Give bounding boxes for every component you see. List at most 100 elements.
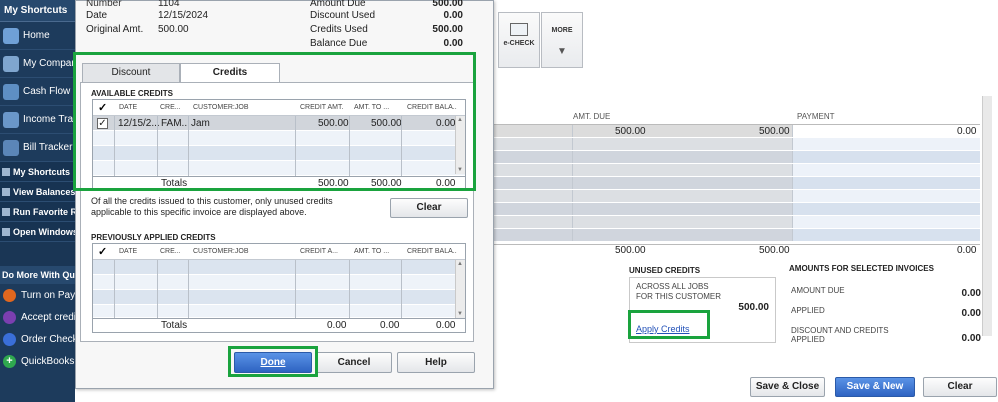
previously-applied-totals: Totals 0.00 0.00 0.00 [93, 318, 465, 332]
reports-icon [2, 207, 10, 216]
available-credits-scrollbar[interactable]: ▲ ▼ [455, 116, 465, 174]
total-amt-due: 500.00 [759, 245, 790, 256]
applied-label: APPLIED [791, 306, 825, 315]
table-row [493, 177, 980, 190]
plus-icon: + [3, 354, 16, 368]
table-row [93, 260, 465, 275]
unused-credits-title: UNUSED CREDITS [629, 266, 701, 275]
scroll-up-icon[interactable]: ▲ [457, 117, 463, 123]
table-row [493, 216, 980, 229]
table-row [493, 190, 980, 203]
check-column-header: ✓ [98, 246, 108, 258]
discount-used-label: Discount Used [310, 10, 376, 21]
date-value: 12/15/2024 [158, 10, 209, 21]
applied-value: 0.00 [961, 308, 981, 319]
do-more-quickbooks[interactable]: + QuickBooks E [0, 350, 75, 372]
sidebar-item-income-tracker[interactable]: Income Trac [0, 106, 75, 134]
table-header: ✓ DATE CRE... CUSTOMER:JOB CREDIT AMT. A… [93, 100, 465, 116]
date-header: DATE [119, 248, 138, 255]
left-icon-bar: My Shortcuts Home My Company Cash Flow H… [0, 0, 75, 402]
tab-discount[interactable]: Discount [82, 63, 180, 82]
sidebar-item-cash-flow[interactable]: Cash Flow H [0, 78, 75, 106]
available-credits-table: ✓ DATE CRE... CUSTOMER:JOB CREDIT AMT. A… [92, 99, 466, 189]
credits-used-label: Credits Used [310, 24, 368, 35]
number-label: Number [86, 0, 122, 9]
do-more-turn-on-payroll[interactable]: Turn on Payr [0, 284, 75, 306]
total-amt-to-use: 500.00 [371, 178, 402, 189]
customer-job-header: CUSTOMER:JOB [193, 104, 249, 111]
row-checkbox[interactable]: ✓ [97, 118, 108, 129]
sidebar-item-bill-tracker[interactable]: Bill Tracker [0, 134, 75, 162]
discount-used-value: 0.00 [443, 10, 463, 21]
section-label: View Balances [13, 186, 75, 197]
total-payment: 0.00 [957, 245, 977, 256]
do-more-accept-credit[interactable]: Accept credit [0, 306, 75, 328]
section-label: My Shortcuts [13, 166, 71, 177]
total-credit-amt: 0.00 [327, 320, 347, 331]
sidebar-header: My Shortcuts [0, 0, 75, 22]
done-button[interactable]: Done [234, 352, 312, 373]
total-col-a: 500.00 [615, 245, 646, 256]
totals-label: Totals [161, 320, 188, 331]
do-more-order-checks[interactable]: Order Checks [0, 328, 75, 350]
payment-value[interactable]: 0.00 [957, 126, 976, 137]
save-close-button[interactable]: Save & Close [750, 377, 825, 397]
sidebar-item-my-company[interactable]: My Company [0, 50, 75, 78]
amt-due-header: AMT. DUE [573, 112, 611, 121]
total-amt-to-use: 0.00 [380, 320, 400, 331]
unused-credits-value: 500.00 [738, 302, 769, 313]
help-button[interactable]: Help [397, 352, 475, 373]
previously-applied-table: ✓ DATE CRE... CUSTOMER:JOB CREDIT A... A… [92, 243, 466, 333]
number-value: 1104 [158, 0, 180, 9]
invoice-grid-header: AMT. DUE PAYMENT [493, 110, 998, 124]
credit-balance-header: CREDIT BALA... [407, 248, 457, 255]
payroll-icon [3, 288, 16, 302]
tab-credits[interactable]: Credits [180, 63, 280, 83]
amounts-selected-title: AMOUNTS FOR SELECTED INVOICES [789, 264, 934, 273]
scroll-up-icon[interactable]: ▲ [457, 261, 463, 267]
customer-job: Jam [191, 118, 210, 129]
sidebar-item-label: Home [23, 30, 50, 41]
totals-label: Totals [161, 178, 188, 189]
sidebar-section-open-windows[interactable]: Open Windows [0, 222, 75, 242]
sidebar-item-home[interactable]: Home [0, 22, 75, 50]
do-more-label: QuickBooks E [21, 355, 75, 367]
chevron-down-icon: ▼ [557, 46, 567, 57]
amounts-selected-panel: AMOUNTS FOR SELECTED INVOICES AMOUNT DUE… [789, 264, 989, 354]
unused-credits-line1: ACROSS ALL JOBS [636, 282, 709, 291]
scroll-down-icon[interactable]: ▼ [457, 167, 463, 173]
amt-to-use[interactable]: 500.00 [371, 118, 402, 129]
sidebar-section-run-favorite-reports[interactable]: Run Favorite Re [0, 202, 75, 222]
do-more-label: Order Checks [21, 333, 75, 345]
sidebar-section-view-balances[interactable]: View Balances [0, 182, 75, 202]
previously-applied-scrollbar[interactable]: ▲ ▼ [455, 260, 465, 318]
amount-due-value: 0.00 [961, 288, 981, 299]
sidebar-spacer [0, 242, 75, 266]
available-credits-rows: ✓ 12/15/2... FAM... Jam 500.00 500.00 0.… [93, 116, 465, 176]
table-row [493, 229, 980, 242]
echeck-button[interactable]: e-CHECK [498, 12, 540, 68]
table-row[interactable]: ✓ 12/15/2... FAM... Jam 500.00 500.00 0.… [93, 116, 465, 131]
cancel-button[interactable]: Cancel [316, 352, 392, 373]
discount-credits-label2: APPLIED [791, 335, 825, 344]
clear-invoice-button[interactable]: Clear [923, 377, 997, 397]
credit-balance: 0.00 [436, 118, 456, 129]
check-column-header: ✓ [98, 102, 108, 114]
original-amt-label: Original Amt. [86, 24, 144, 35]
clear-credits-button[interactable]: Clear [390, 198, 468, 218]
available-credits-title: AVAILABLE CREDITS [91, 89, 173, 98]
sidebar-item-label: My Company [23, 58, 75, 69]
credits-note: Of all the credits issued to this custom… [91, 196, 333, 217]
scroll-down-icon[interactable]: ▼ [457, 311, 463, 317]
do-more-label: Turn on Payr [21, 289, 75, 301]
table-row[interactable]: 500.00 500.00 0.00 [493, 125, 980, 138]
credit-card-icon [3, 310, 16, 324]
save-new-button[interactable]: Save & New [835, 377, 915, 397]
date-label: Date [86, 10, 108, 21]
original-amt-value: 500.00 [158, 24, 189, 35]
more-button[interactable]: MORE ▼ [541, 12, 583, 68]
sidebar-section-my-shortcuts[interactable]: My Shortcuts [0, 162, 75, 182]
apply-credits-link[interactable]: Apply Credits [636, 324, 690, 334]
echeck-icon [510, 23, 528, 36]
credit-amt: 500.00 [318, 118, 349, 129]
